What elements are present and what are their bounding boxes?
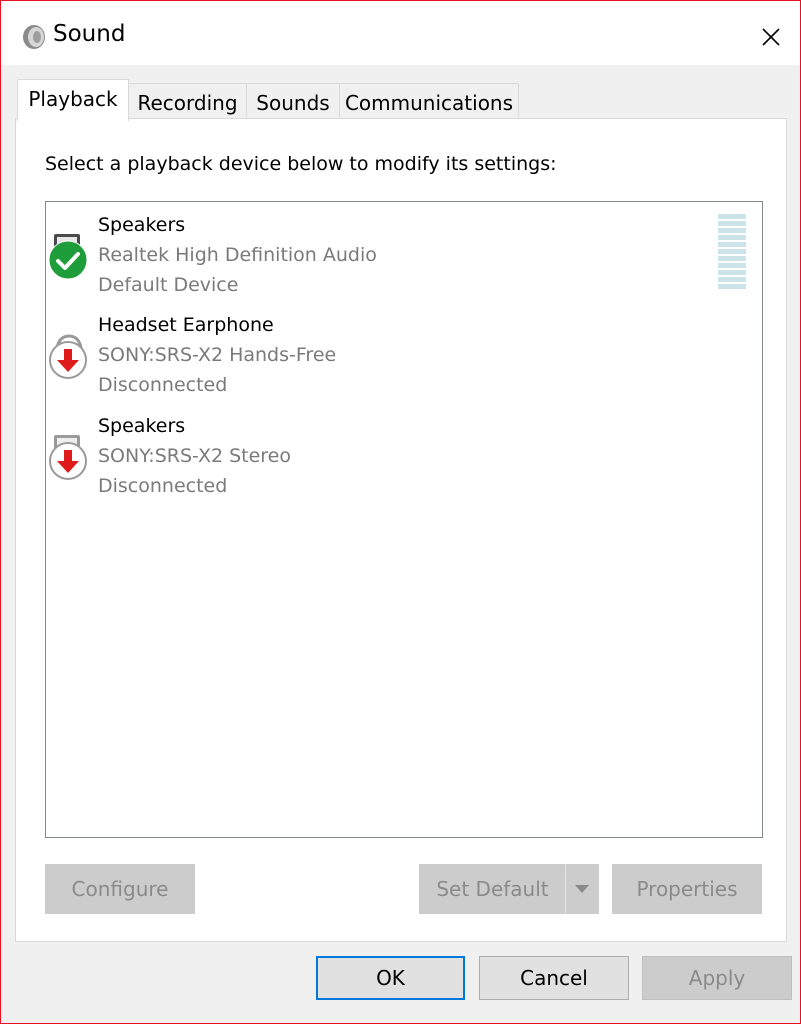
- close-icon: [762, 28, 780, 46]
- tab-recording[interactable]: Recording: [128, 83, 247, 119]
- device-name: Speakers: [98, 415, 186, 437]
- playback-panel: Select a playback device below to modify…: [15, 118, 787, 942]
- device-icon: [48, 222, 90, 286]
- chevron-down-icon: [575, 885, 589, 893]
- device-description: SONY:SRS-X2 Hands-Free: [98, 344, 337, 366]
- properties-button[interactable]: Properties: [612, 864, 762, 914]
- device-list[interactable]: Speakers Realtek High Definition Audio D…: [45, 201, 763, 838]
- device-description: Realtek High Definition Audio: [98, 244, 377, 266]
- device-description: SONY:SRS-X2 Stereo: [98, 445, 291, 467]
- speaker-app-icon: [23, 25, 45, 49]
- close-button[interactable]: [742, 9, 800, 65]
- sound-dialog: Sound Playback Recording Sounds Communic…: [0, 0, 801, 1024]
- configure-button[interactable]: Configure: [45, 864, 195, 914]
- cancel-button[interactable]: Cancel: [479, 956, 629, 1000]
- ok-button[interactable]: OK: [316, 956, 465, 1000]
- device-status: Disconnected: [98, 475, 228, 497]
- disconnected-badge-icon: [49, 442, 87, 480]
- device-status: Disconnected: [98, 374, 228, 396]
- device-name: Headset Earphone: [98, 314, 274, 336]
- device-icon: [48, 322, 90, 386]
- device-item[interactable]: Speakers SONY:SRS-X2 Stereo Disconnected: [46, 403, 762, 499]
- instruction-text: Select a playback device below to modify…: [45, 153, 557, 175]
- device-item[interactable]: Speakers Realtek High Definition Audio D…: [46, 202, 762, 298]
- set-default-button[interactable]: Set Default: [419, 864, 566, 914]
- set-default-dropdown-button[interactable]: [565, 864, 599, 914]
- tab-communications[interactable]: Communications: [339, 83, 519, 119]
- tab-sounds[interactable]: Sounds: [246, 83, 340, 119]
- tab-playback[interactable]: Playback: [17, 79, 129, 121]
- device-icon: [48, 423, 90, 487]
- window-title: Sound: [53, 21, 126, 47]
- device-status: Default Device: [98, 274, 239, 296]
- disconnected-badge-icon: [49, 341, 87, 379]
- title-bar: Sound: [1, 1, 800, 65]
- device-name: Speakers: [98, 214, 186, 236]
- device-item[interactable]: Headset Earphone SONY:SRS-X2 Hands-Free …: [46, 302, 762, 398]
- apply-button[interactable]: Apply: [642, 956, 792, 1000]
- check-badge-icon: [48, 240, 88, 280]
- volume-level-meter: [718, 214, 746, 294]
